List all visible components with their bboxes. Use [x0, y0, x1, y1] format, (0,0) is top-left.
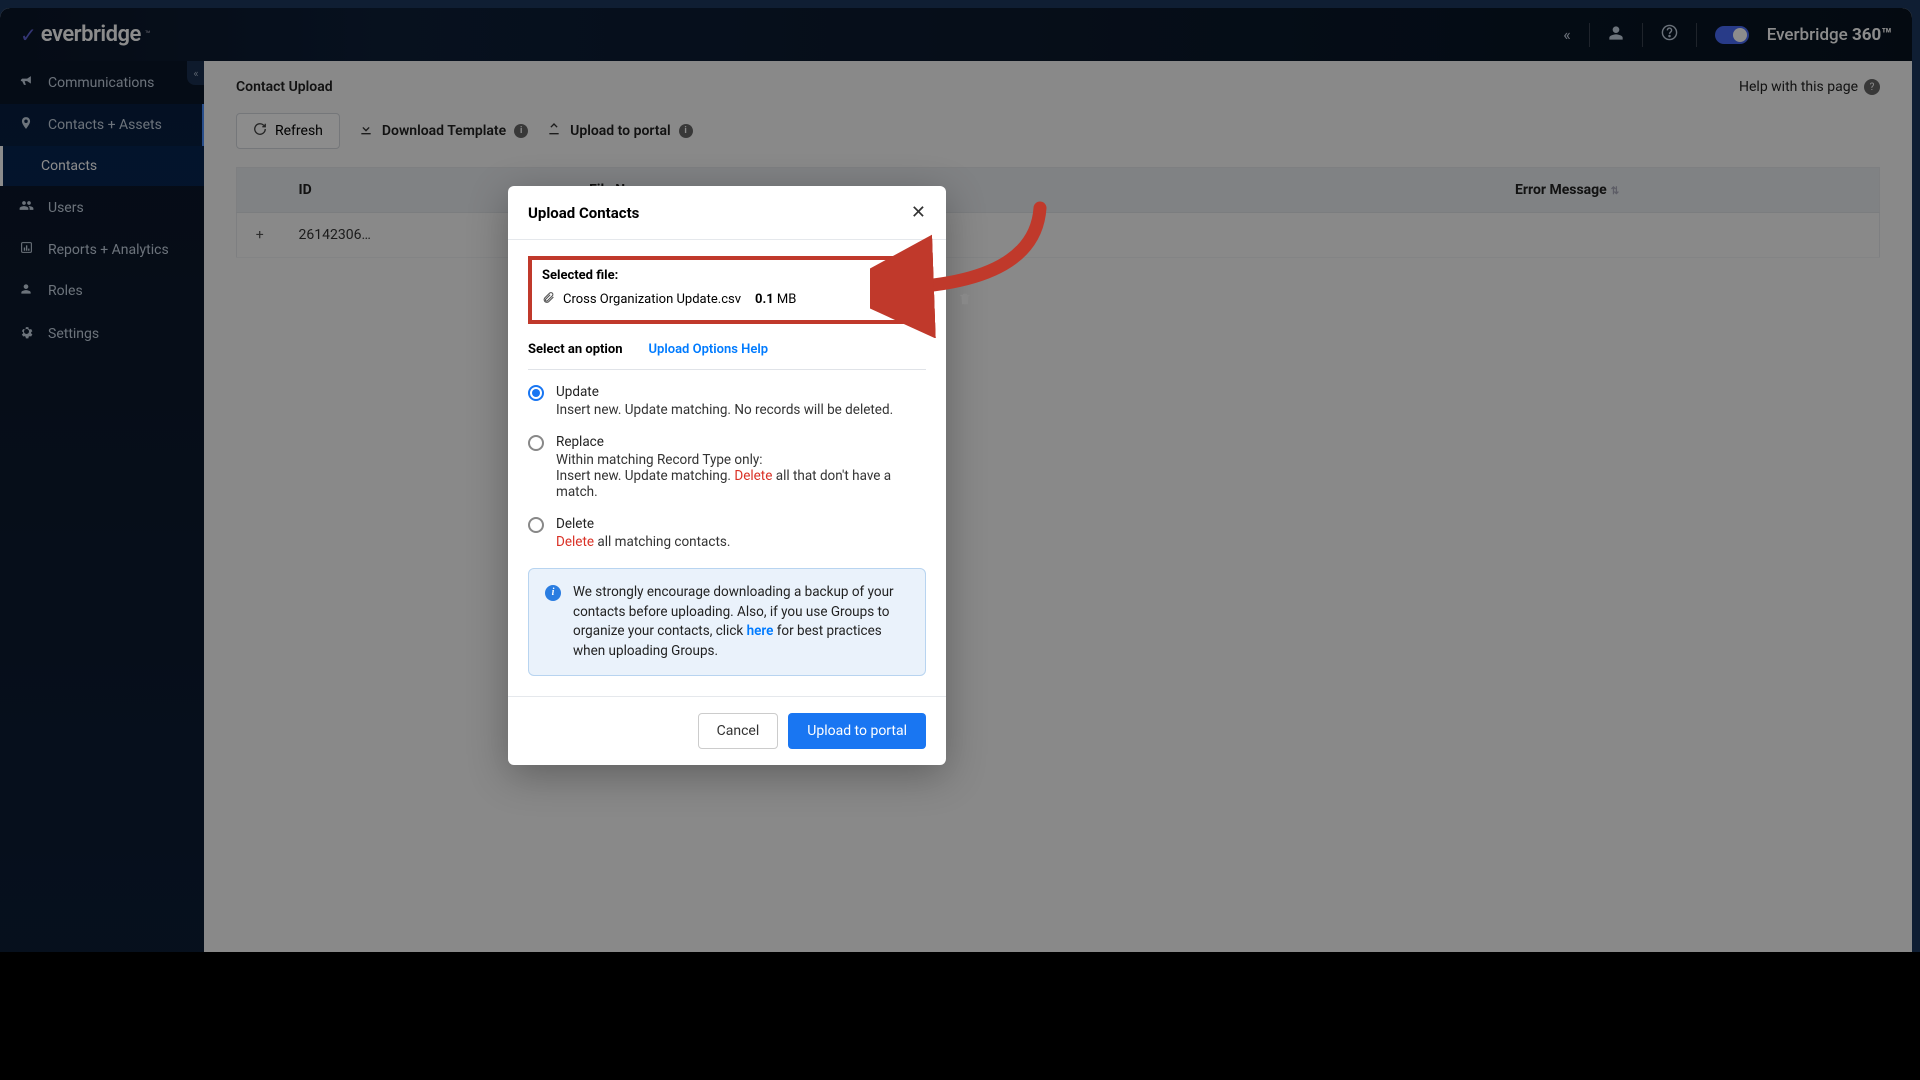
info-callout: i We strongly encourage downloading a ba… — [528, 568, 926, 676]
radio-button[interactable] — [528, 517, 544, 533]
radio-replace[interactable]: Replace Within matching Record Type only… — [528, 434, 926, 500]
upload-options-help-link[interactable]: Upload Options Help — [648, 342, 768, 357]
letterbox — [0, 952, 1920, 1080]
paperclip-icon — [542, 291, 555, 308]
radio-button[interactable] — [528, 385, 544, 401]
radio-delete[interactable]: Delete Delete all matching contacts. — [528, 516, 926, 550]
selected-file-label: Selected file: — [542, 268, 912, 283]
close-icon[interactable]: ✕ — [911, 202, 926, 223]
radio-button[interactable] — [528, 435, 544, 451]
selected-file-box: Selected file: Cross Organization Update… — [528, 256, 926, 324]
file-size: 0.1 MB — [755, 292, 796, 307]
groups-here-link[interactable]: here — [747, 623, 774, 639]
radio-update[interactable]: Update Insert new. Update matching. No r… — [528, 384, 926, 418]
modal-overlay[interactable] — [0, 8, 1912, 1072]
upload-contacts-modal: Upload Contacts ✕ Selected file: Cross O… — [508, 186, 946, 765]
upload-to-portal-button[interactable]: Upload to portal — [788, 713, 926, 749]
info-icon: i — [545, 585, 561, 601]
modal-title: Upload Contacts — [528, 204, 639, 222]
trash-icon[interactable] — [958, 292, 972, 310]
cancel-button[interactable]: Cancel — [698, 713, 779, 749]
file-name: Cross Organization Update.csv — [563, 292, 741, 307]
select-option-label: Select an option — [528, 342, 622, 357]
